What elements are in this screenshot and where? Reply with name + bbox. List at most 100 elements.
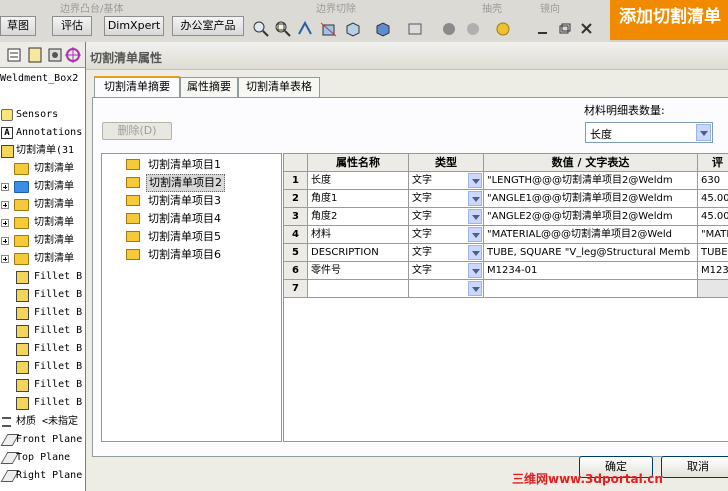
tree-material[interactable]: 材质 <未指定 (0, 413, 85, 431)
cancel-button[interactable]: 取消 (661, 456, 728, 478)
cut-list-item-label: 切割清单 (34, 199, 74, 210)
column-header-expression[interactable]: 数值 / 文字表达 (484, 154, 698, 172)
material-quantity-select[interactable]: 长度 (585, 122, 713, 143)
expression-cell[interactable]: TUBE, SQUARE "V_leg@Structural Memb (484, 244, 698, 262)
restore-icon[interactable] (556, 20, 574, 38)
property-name-cell[interactable] (308, 280, 409, 298)
tree-toolbar (0, 42, 85, 68)
chevron-down-icon[interactable] (468, 191, 482, 206)
mirror-button[interactable]: 镜向 (540, 0, 560, 15)
property-name-cell[interactable]: DESCRIPTION (308, 244, 409, 262)
chevron-down-icon[interactable] (696, 124, 711, 141)
delete-button[interactable]: 删除(D) (102, 122, 172, 140)
expand-icon[interactable] (1, 237, 9, 245)
tree-fillet-body[interactable]: Fillet B (0, 358, 85, 376)
expand-icon[interactable] (1, 219, 9, 227)
tab-sketch[interactable]: 草图 (0, 16, 36, 36)
type-cell[interactable]: 文字 (409, 172, 484, 190)
tab-cut-list-table[interactable]: 切割清单表格 (238, 77, 320, 97)
tree-fillet-body[interactable]: Fillet B (0, 286, 85, 304)
display-style-icon[interactable] (374, 20, 392, 38)
expression-cell[interactable]: "LENGTH@@@切割清单项目2@Weldm (484, 172, 698, 190)
expression-cell[interactable]: "ANGLE2@@@切割清单项目2@Weldm (484, 208, 698, 226)
section-view-icon[interactable] (320, 20, 338, 38)
tree-fillet-body[interactable]: Fillet B (0, 322, 85, 340)
tree-front-plane[interactable]: Front Plane (0, 431, 85, 449)
configuration-manager-icon[interactable] (46, 46, 64, 64)
chevron-down-icon[interactable] (468, 227, 482, 242)
property-name-cell[interactable]: 材料 (308, 226, 409, 244)
property-grid: 属性名称 类型 数值 / 文字表达 评 1 长度 文字 "LENGTH@@@切割… (283, 153, 728, 442)
tree-top-plane[interactable]: Top Plane (0, 449, 85, 467)
folder-icon (14, 163, 29, 175)
tree-cut-list-item[interactable]: 切割清单 (0, 160, 85, 178)
chevron-down-icon[interactable] (468, 173, 482, 188)
column-header-evaluated[interactable]: 评 (698, 154, 728, 172)
chevron-down-icon[interactable] (468, 281, 482, 296)
zoom-to-fit-icon[interactable] (252, 20, 270, 38)
tab-evaluate[interactable]: 评估 (52, 16, 92, 36)
chevron-down-icon[interactable] (468, 263, 482, 278)
expression-cell[interactable]: "MATERIAL@@@切割清单项目2@Weld (484, 226, 698, 244)
zoom-area-icon[interactable] (274, 20, 292, 38)
toolbar-faded-row: 边界凸台/基体 边界切除 抽壳 镜向 (0, 0, 610, 15)
column-header-name[interactable]: 属性名称 (308, 154, 409, 172)
tree-sensors[interactable]: Sensors (0, 106, 85, 124)
solid-body-icon (16, 379, 29, 392)
expression-cell[interactable] (484, 280, 698, 298)
dimxpert-manager-icon[interactable] (64, 46, 82, 64)
folder-icon (14, 199, 29, 211)
chevron-down-icon[interactable] (468, 209, 482, 224)
hide-show-icon[interactable] (406, 20, 424, 38)
tab-office-products[interactable]: 办公室产品 (172, 16, 244, 36)
property-name-cell[interactable]: 角度1 (308, 190, 409, 208)
property-name-cell[interactable]: 角度2 (308, 208, 409, 226)
tab-dimxpert[interactable]: DimXpert (104, 16, 164, 36)
previous-view-icon[interactable] (296, 20, 314, 38)
property-name-cell[interactable]: 长度 (308, 172, 409, 190)
tab-cut-list-summary[interactable]: 切割清单摘要 (94, 76, 180, 98)
boss-blend-button[interactable]: 边界凸台/基体 (60, 0, 123, 15)
close-icon[interactable] (578, 20, 596, 38)
tree-part[interactable]: Weldment_Box2 (0, 70, 85, 88)
tree-cut-list-item[interactable]: 切割清单 (0, 250, 85, 268)
tree-annotations[interactable]: A Annotations (0, 124, 85, 142)
property-manager-icon[interactable] (26, 46, 44, 64)
type-cell[interactable] (409, 280, 484, 298)
tree-cut-list-item[interactable]: 切割清单 (0, 214, 85, 232)
column-header-type[interactable]: 类型 (409, 154, 484, 172)
type-cell[interactable]: 文字 (409, 190, 484, 208)
chevron-down-icon[interactable] (468, 245, 482, 260)
type-cell[interactable]: 文字 (409, 262, 484, 280)
tree-cut-list-item[interactable]: 切割清单 (0, 232, 85, 250)
feature-manager-icon[interactable] (5, 46, 23, 64)
expand-icon[interactable] (1, 201, 9, 209)
tree-fillet-body[interactable]: Fillet B (0, 394, 85, 412)
tab-property-summary[interactable]: 属性摘要 (180, 77, 238, 97)
cut-blend-button[interactable]: 边界切除 (316, 0, 356, 15)
tree-right-plane[interactable]: Right Plane (0, 467, 85, 485)
minimize-icon[interactable] (534, 20, 552, 38)
tree-cut-list-item[interactable]: 切割清单 (0, 196, 85, 214)
evaluated-cell: "MATE (698, 226, 728, 244)
expand-icon[interactable] (1, 183, 9, 191)
type-cell[interactable]: 文字 (409, 226, 484, 244)
tree-cut-list-item[interactable]: 切割清单 (0, 178, 85, 196)
shell-button[interactable]: 抽壳 (482, 0, 502, 15)
expand-icon[interactable] (1, 255, 9, 263)
appearance-icon[interactable] (440, 20, 458, 38)
tree-fillet-body[interactable]: Fillet B (0, 304, 85, 322)
expression-cell[interactable]: M1234-01 (484, 262, 698, 280)
tree-fillet-body[interactable]: Fillet B (0, 340, 85, 358)
tree-cut-list-root[interactable]: 切割清单(31 (0, 142, 85, 160)
property-name-cell[interactable]: 零件号 (308, 262, 409, 280)
lights-icon[interactable] (494, 20, 512, 38)
tree-fillet-body[interactable]: Fillet B (0, 268, 85, 286)
scene-icon[interactable] (464, 20, 482, 38)
view-orientation-icon[interactable] (344, 20, 362, 38)
expression-cell[interactable]: "ANGLE1@@@切割清单项目2@Weldm (484, 190, 698, 208)
folder-icon (14, 181, 29, 193)
type-cell[interactable]: 文字 (409, 244, 484, 262)
tree-fillet-body[interactable]: Fillet B (0, 376, 85, 394)
type-cell[interactable]: 文字 (409, 208, 484, 226)
